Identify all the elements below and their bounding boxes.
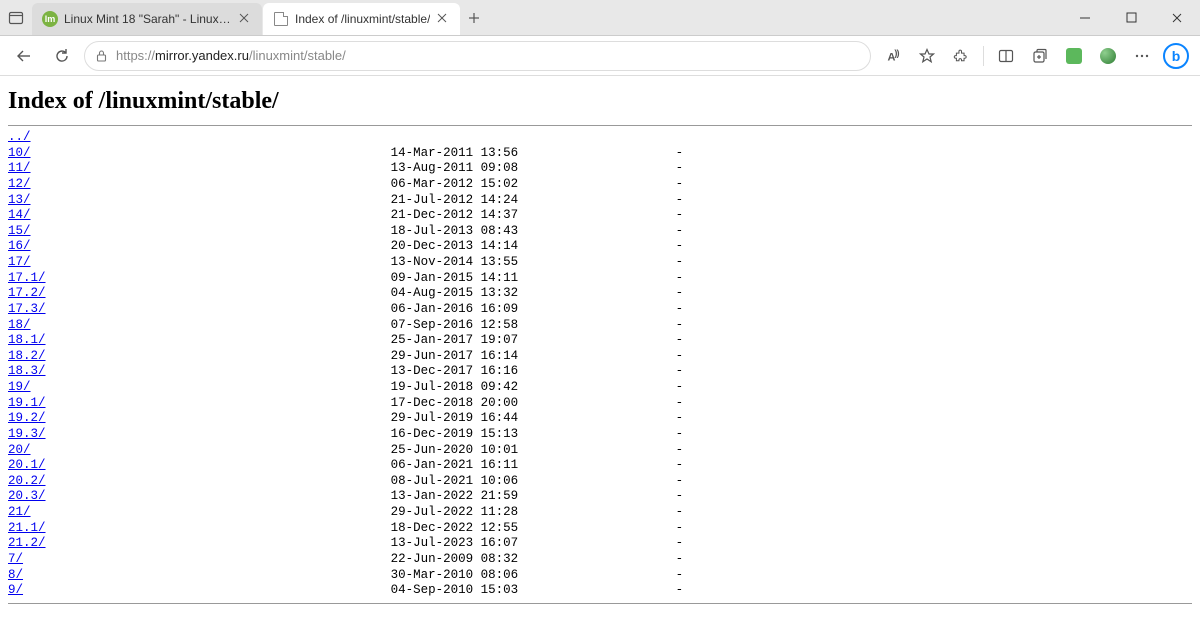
divider-bottom <box>8 603 1192 604</box>
dir-link[interactable]: 21.1/ <box>8 521 46 535</box>
maximize-icon <box>1126 12 1137 23</box>
dir-link[interactable]: 21.2/ <box>8 536 46 550</box>
dir-link[interactable]: 15/ <box>8 224 31 238</box>
tab-title: Linux Mint 18 "Sarah" - Linux Min <box>64 12 232 26</box>
arrow-left-icon <box>15 47 33 65</box>
dir-link[interactable]: 18.1/ <box>8 333 46 347</box>
dir-link[interactable]: 18.2/ <box>8 349 46 363</box>
browser-tab[interactable]: lm Linux Mint 18 "Sarah" - Linux Min <box>32 3 262 35</box>
window-controls <box>1062 0 1200 35</box>
extension-badge-icon <box>1066 48 1082 64</box>
toolbar-right: A)) b <box>877 40 1192 72</box>
back-button[interactable] <box>8 40 40 72</box>
split-icon <box>998 48 1014 64</box>
tab-title: Index of /linuxmint/stable/ <box>295 12 430 26</box>
collections-icon <box>1032 48 1048 64</box>
toolbar-separator <box>983 46 984 66</box>
dir-link[interactable]: 19.1/ <box>8 396 46 410</box>
close-window-button[interactable] <box>1154 0 1200 36</box>
dir-link[interactable]: 19.3/ <box>8 427 46 441</box>
dir-link[interactable]: 20.2/ <box>8 474 46 488</box>
tab-close-button[interactable] <box>238 12 252 26</box>
lock-icon <box>95 49 108 62</box>
dir-link[interactable]: 19.2/ <box>8 411 46 425</box>
toolbar: https://mirror.yandex.ru/linuxmint/stabl… <box>0 36 1200 76</box>
dir-link[interactable]: 21/ <box>8 505 31 519</box>
bing-icon: b <box>1163 43 1189 69</box>
dir-link[interactable]: 20.3/ <box>8 489 46 503</box>
address-bar[interactable]: https://mirror.yandex.ru/linuxmint/stabl… <box>84 41 871 71</box>
extension-1-button[interactable] <box>1058 40 1090 72</box>
dir-link[interactable]: 13/ <box>8 193 31 207</box>
bing-button[interactable]: b <box>1160 40 1192 72</box>
refresh-button[interactable] <box>46 40 78 72</box>
browser-tab[interactable]: Index of /linuxmint/stable/ <box>263 3 460 35</box>
dir-link[interactable]: 17.1/ <box>8 271 46 285</box>
dir-link[interactable]: 20.1/ <box>8 458 46 472</box>
tab-panel-icon <box>8 10 24 26</box>
tab-strip: lm Linux Mint 18 "Sarah" - Linux Min Index… <box>32 0 460 35</box>
directory-listing: ../ 10/ 14-Mar-2011 13:56 - 11/ 13-Aug-2… <box>8 130 1192 599</box>
minimize-button[interactable] <box>1062 0 1108 36</box>
divider-top <box>8 125 1192 126</box>
address-url: https://mirror.yandex.ru/linuxmint/stabl… <box>116 48 346 63</box>
reader-mode-button[interactable]: A)) <box>877 40 909 72</box>
dir-link[interactable]: 16/ <box>8 239 31 253</box>
new-tab-button[interactable] <box>460 0 488 35</box>
dots-icon <box>1134 48 1150 64</box>
dir-link[interactable]: 14/ <box>8 208 31 222</box>
refresh-icon <box>54 48 70 64</box>
collections-button[interactable] <box>1024 40 1056 72</box>
plus-icon <box>467 11 481 25</box>
extensions-button[interactable] <box>945 40 977 72</box>
dir-link[interactable]: 18/ <box>8 318 31 332</box>
dir-link[interactable]: 8/ <box>8 568 23 582</box>
favorite-button[interactable] <box>911 40 943 72</box>
dir-link[interactable]: 19/ <box>8 380 31 394</box>
dir-link[interactable]: 20/ <box>8 443 31 457</box>
parent-dir-link[interactable]: ../ <box>8 130 31 144</box>
close-icon <box>436 12 448 24</box>
dir-link[interactable]: 10/ <box>8 146 31 160</box>
tab-close-button[interactable] <box>436 12 450 26</box>
dir-link[interactable]: 17.2/ <box>8 286 46 300</box>
page-title: Index of /linuxmint/stable/ <box>8 88 1192 115</box>
close-icon <box>238 12 250 24</box>
extension-2-button[interactable] <box>1092 40 1124 72</box>
close-icon <box>1171 12 1183 24</box>
dir-link[interactable]: 12/ <box>8 177 31 191</box>
dir-link[interactable]: 7/ <box>8 552 23 566</box>
dir-link[interactable]: 11/ <box>8 161 31 175</box>
page-content: Index of /linuxmint/stable/ ../ 10/ 14-M… <box>0 76 1200 616</box>
titlebar: lm Linux Mint 18 "Sarah" - Linux Min Index… <box>0 0 1200 36</box>
dir-link[interactable]: 17.3/ <box>8 302 46 316</box>
maximize-button[interactable] <box>1108 0 1154 36</box>
more-button[interactable] <box>1126 40 1158 72</box>
reader-icon: A)) <box>887 48 898 64</box>
dir-link[interactable]: 17/ <box>8 255 31 269</box>
split-screen-button[interactable] <box>990 40 1022 72</box>
mint-favicon: lm <box>42 11 58 27</box>
tab-actions-button[interactable] <box>0 0 32 35</box>
dir-link[interactable]: 18.3/ <box>8 364 46 378</box>
minimize-icon <box>1079 12 1091 24</box>
star-icon <box>919 48 935 64</box>
page-favicon <box>273 11 289 27</box>
globe-icon <box>1100 48 1116 64</box>
puzzle-icon <box>953 48 969 64</box>
dir-link[interactable]: 9/ <box>8 583 23 597</box>
